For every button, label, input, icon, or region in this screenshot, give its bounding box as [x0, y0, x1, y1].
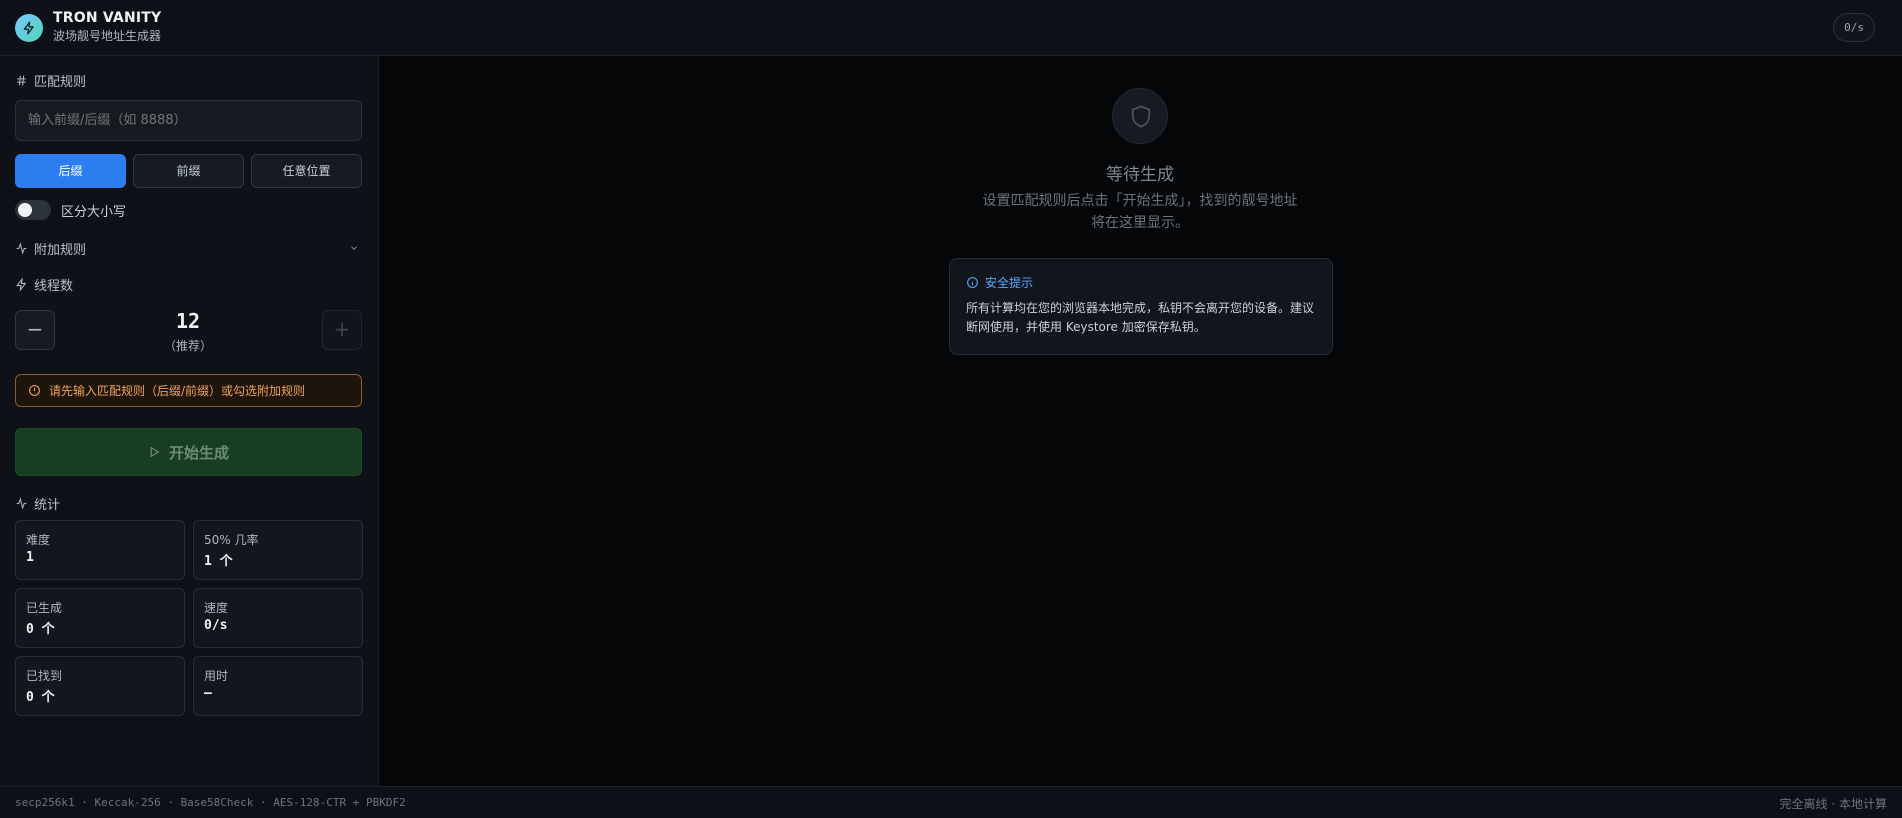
case-sensitive-label: 区分大小写: [61, 205, 127, 220]
warning-text: 请先输入匹配规则（后缀/前缀）或勾选附加规则: [49, 384, 306, 398]
stat-value: –: [204, 686, 212, 701]
extra-rules-toggle[interactable]: 附加规则: [15, 239, 86, 258]
stat-label: 已找到: [26, 669, 63, 683]
mode-anywhere-button[interactable]: 任意位置: [251, 154, 362, 188]
security-tip-body: 所有计算均在您的浏览器本地完成，私钥不会离开您的设备。建议断网使用，并使用 Ke…: [966, 301, 1315, 334]
stat-value: 0/s: [204, 618, 228, 633]
bolt-logo-icon: [15, 14, 43, 42]
start-button-label: 开始生成: [168, 443, 229, 462]
play-icon: [150, 446, 160, 458]
stat-value: 0 个: [26, 622, 55, 637]
pattern-input[interactable]: [15, 100, 362, 141]
stat-label: 速度: [204, 601, 229, 615]
chevron-down-icon[interactable]: [349, 243, 359, 253]
stat-label: 已生成: [26, 601, 63, 615]
mode-suffix-button[interactable]: 后缀: [15, 154, 126, 188]
mode-prefix-button[interactable]: 前缀: [133, 154, 244, 188]
results-panel: 等待生成 设置匹配规则后点击「开始生成」，找到的靓号地址将在这里显示。 安全提示…: [379, 56, 1902, 786]
stat-probability: 50% 几率 1 个: [193, 520, 363, 580]
empty-state-title: 等待生成: [1106, 165, 1174, 185]
stats-label: 统计: [34, 498, 61, 513]
alert-circle-icon: [29, 385, 40, 396]
stat-value: 1 个: [204, 554, 233, 569]
stat-found: 已找到 0 个: [15, 656, 185, 716]
threads-decrement-button[interactable]: −: [15, 310, 55, 350]
speed-indicator: 0/s: [1833, 13, 1875, 42]
case-sensitive-toggle[interactable]: [15, 200, 51, 220]
stat-value: 0 个: [26, 690, 55, 705]
stat-elapsed: 用时 –: [193, 656, 363, 716]
threads-increment-button[interactable]: +: [322, 310, 362, 350]
stat-value: 1: [26, 550, 34, 565]
stat-difficulty: 难度 1: [15, 520, 185, 580]
threads-value: 12: [175, 309, 201, 333]
app-footer: secp256k1 · Keccak-256 · Base58Check · A…: [0, 786, 1902, 818]
security-tip-title: 安全提示: [985, 276, 1034, 290]
empty-state-description: 设置匹配规则后点击「开始生成」，找到的靓号地址将在这里显示。: [982, 193, 1298, 231]
stat-label: 50% 几率: [204, 533, 259, 547]
threads-recommended-note: （推荐）: [163, 339, 212, 353]
stats-heading: 统计: [15, 494, 60, 513]
toggle-knob: [18, 203, 32, 217]
stat-speed: 速度 0/s: [193, 588, 363, 648]
stat-label: 难度: [26, 533, 51, 547]
activity-icon: [16, 497, 27, 510]
bolt-icon: [16, 278, 27, 291]
stat-generated: 已生成 0 个: [15, 588, 185, 648]
threads-label: 线程数: [34, 279, 74, 294]
validation-warning: 请先输入匹配规则（后缀/前缀）或勾选附加规则: [15, 374, 362, 407]
app-header: TRON VANITY 波场靓号地址生成器 0/s: [0, 0, 1902, 56]
stat-label: 用时: [204, 669, 229, 683]
info-icon: [967, 277, 978, 288]
start-generate-button[interactable]: 开始生成: [15, 428, 362, 476]
activity-icon: [16, 242, 27, 255]
app-title: TRON VANITY: [53, 10, 162, 26]
threads-heading: 线程数: [15, 275, 73, 294]
extra-rules-label: 附加规则: [34, 243, 87, 258]
offline-status: 完全离线 · 本地计算: [1779, 797, 1887, 811]
shield-icon: [1112, 88, 1168, 144]
sidebar: 匹配规则 后缀 前缀 任意位置 区分大小写 附加规则 线程数 − 12 （推荐）…: [0, 56, 379, 786]
security-tip-heading: 安全提示: [966, 274, 1033, 291]
security-tip-card: 安全提示 所有计算均在您的浏览器本地完成，私钥不会离开您的设备。建议断网使用，并…: [949, 258, 1333, 355]
hash-icon: [17, 75, 26, 86]
match-rules-label: 匹配规则: [34, 75, 87, 90]
match-rules-heading: 匹配规则: [15, 71, 86, 90]
algorithm-list: secp256k1 · Keccak-256 · Base58Check · A…: [15, 796, 406, 809]
app-subtitle: 波场靓号地址生成器: [53, 29, 162, 43]
